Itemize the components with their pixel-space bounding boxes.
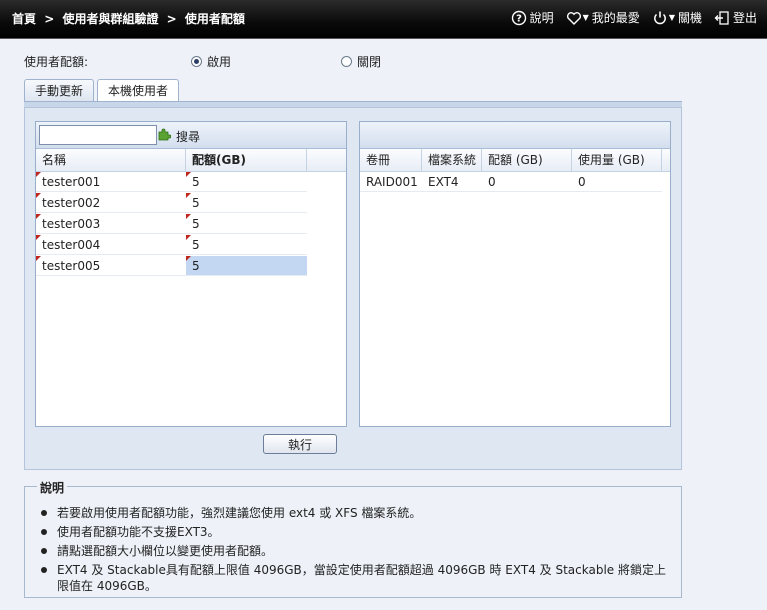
description-title: 說明	[37, 479, 68, 496]
column-header-quota[interactable]: 配額 (GB)	[482, 149, 572, 171]
tab-bar: 手動更新 本機使用者	[24, 79, 180, 103]
help-label: 說明	[529, 11, 554, 25]
description-item: 請點選配額大小欄位以變更使用者配額。	[39, 543, 667, 559]
svg-text:?: ?	[516, 13, 522, 24]
column-header-volume[interactable]: 卷冊	[360, 149, 422, 171]
tab-local-users[interactable]: 本機使用者	[97, 79, 180, 103]
quota-cell: 0	[482, 172, 572, 192]
power-menu[interactable]: ▼ 關機	[652, 9, 702, 26]
power-label: 關機	[677, 11, 702, 25]
column-header-name[interactable]: 名稱	[36, 149, 186, 171]
quota-enable-radio[interactable]: 啟用	[191, 53, 231, 70]
quota-label: 使用者配額:	[24, 55, 89, 69]
user-name-cell: tester004	[36, 235, 186, 255]
quota-enable-label: 啟用	[207, 55, 232, 69]
logout-label: 登出	[732, 11, 757, 25]
search-label[interactable]: 搜尋	[176, 128, 200, 145]
breadcrumb-separator: >	[44, 12, 55, 26]
top-bar: 首頁 > 使用者與群組驗證 > 使用者配額 ? 說明 ▼ 我的最愛 ▼ 關機 登…	[0, 0, 767, 39]
user-grid-header: 名稱 配額(GB)	[36, 149, 346, 172]
favorites-label: 我的最愛	[591, 11, 640, 25]
quota-cell[interactable]: 5	[186, 172, 307, 192]
tab-manual-update[interactable]: 手動更新	[24, 79, 95, 102]
user-name-cell: tester002	[36, 193, 186, 213]
column-header-quota[interactable]: 配額(GB)	[186, 149, 307, 171]
breadcrumb-home[interactable]: 首頁	[12, 12, 36, 26]
column-header-filesystem[interactable]: 檔案系統	[422, 149, 482, 171]
power-icon	[653, 11, 666, 24]
user-name-cell: tester005	[36, 256, 186, 276]
breadcrumb: 首頁 > 使用者與群組驗證 > 使用者配額	[12, 10, 249, 27]
description-item: 若要啟用使用者配額功能，強烈建議您使用 ext4 或 XFS 檔案系統。	[39, 505, 667, 521]
description-box: 說明 若要啟用使用者配額功能，強烈建議您使用 ext4 或 XFS 檔案系統。 …	[24, 479, 682, 598]
quota-disable-label: 關閉	[357, 55, 382, 69]
quota-cell[interactable]: 5	[186, 214, 307, 234]
breadcrumb-separator: >	[166, 12, 177, 26]
breadcrumb-current-page: 使用者配額	[184, 12, 245, 26]
volume-grid-header: 卷冊 檔案系統 配額 (GB) 使用量 (GB)	[360, 149, 670, 172]
description-item: 使用者配額功能不支援EXT3。	[39, 524, 667, 540]
puzzle-icon[interactable]	[157, 127, 171, 141]
heart-icon	[566, 11, 581, 25]
tab-content: 搜尋 名稱 配額(GB) tester001 5 tester002 5 tes…	[24, 107, 682, 470]
help-link[interactable]: ? 說明	[511, 9, 554, 26]
logout-link[interactable]: 登出	[714, 9, 757, 26]
description-item: EXT4 及 Stackable具有配額上限值 4096GB，當設定使用者配額超…	[39, 562, 667, 594]
favorites-menu[interactable]: ▼ 我的最愛	[566, 9, 640, 26]
radio-selected-icon	[191, 56, 202, 67]
help-icon: ?	[511, 10, 526, 25]
user-name-cell: tester001	[36, 172, 186, 192]
volume-usage-panel: 卷冊 檔案系統 配額 (GB) 使用量 (GB) RAID001 EXT4 0 …	[359, 121, 671, 427]
quota-disable-radio[interactable]: 關閉	[341, 53, 381, 70]
volume-panel-header	[360, 122, 670, 149]
volume-cell: RAID001	[360, 172, 422, 192]
execute-button[interactable]: 執行	[263, 434, 337, 454]
chevron-down-icon: ▼	[582, 13, 589, 22]
top-nav: ? 說明 ▼ 我的最愛 ▼ 關機 登出	[511, 9, 757, 26]
quota-cell[interactable]: 5	[186, 193, 307, 213]
logout-icon	[714, 10, 729, 25]
quota-toggle-row: 使用者配額: 啟用 關閉	[24, 53, 424, 69]
filesystem-cell: EXT4	[422, 172, 482, 192]
search-input[interactable]	[39, 125, 157, 145]
radio-unselected-icon	[341, 56, 352, 67]
usage-cell: 0	[572, 172, 662, 192]
user-quota-panel: 搜尋 名稱 配額(GB) tester001 5 tester002 5 tes…	[35, 121, 347, 427]
user-name-cell: tester003	[36, 214, 186, 234]
description-list: 若要啟用使用者配額功能，強烈建議您使用 ext4 或 XFS 檔案系統。 使用者…	[39, 505, 667, 597]
quota-cell-selected[interactable]: 5	[186, 256, 307, 276]
chevron-down-icon: ▼	[668, 13, 675, 22]
column-header-usage[interactable]: 使用量 (GB)	[572, 149, 662, 171]
search-toolbar: 搜尋	[36, 122, 346, 149]
quota-cell[interactable]: 5	[186, 235, 307, 255]
breadcrumb-section[interactable]: 使用者與群組驗證	[62, 12, 158, 26]
